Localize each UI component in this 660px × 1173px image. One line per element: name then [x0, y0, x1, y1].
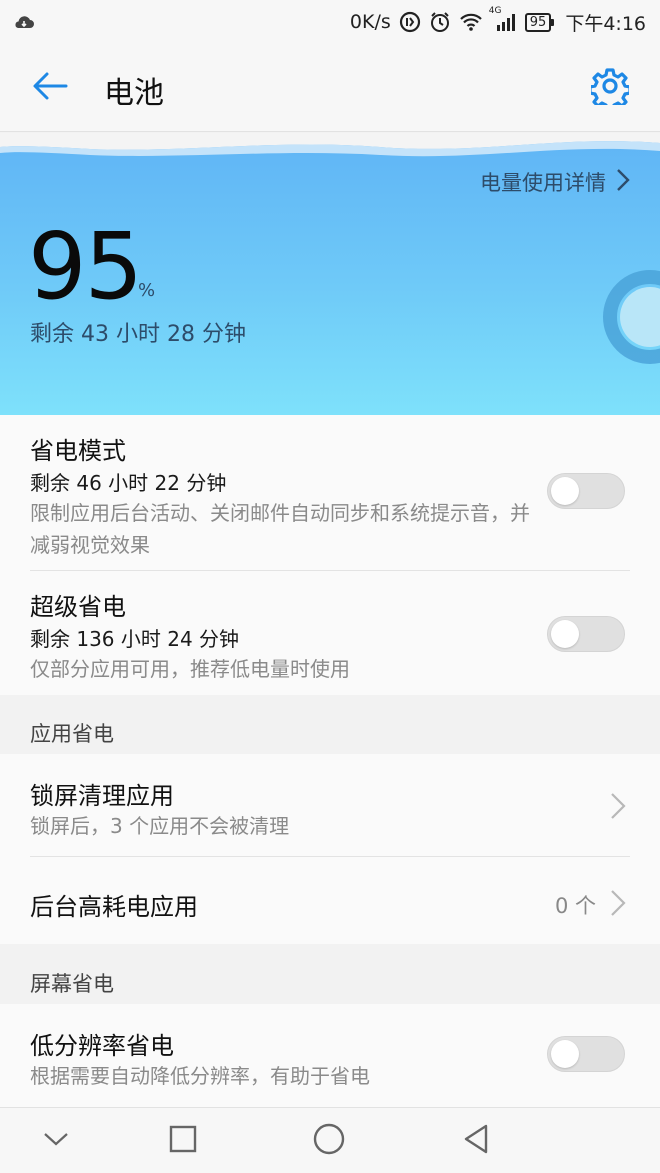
- usage-details-label: 电量使用详情: [480, 171, 606, 195]
- ultra-saving-remaining: 剩余 136 小时 24 分钟: [30, 627, 240, 651]
- toggle-knob: [551, 477, 579, 505]
- lock-screen-cleanup-description: 锁屏后，3 个应用不会被清理: [30, 814, 290, 838]
- battery-level-text: 95: [529, 14, 547, 30]
- app-bar: 电池: [0, 44, 660, 132]
- arrow-left-icon: [32, 71, 68, 105]
- power-saving-remaining: 剩余 46 小时 22 分钟: [30, 471, 227, 495]
- power-saving-title: 省电模式: [30, 437, 126, 465]
- screen-saving-section-title: 屏幕省电: [30, 972, 114, 996]
- nav-collapse-button[interactable]: [40, 1125, 72, 1157]
- percent-sign: %: [138, 280, 156, 301]
- status-bar: 0K/s 4G 95 下午4:16: [0, 0, 660, 44]
- background-high-drain-item[interactable]: 后台高耗电应用 0 个: [0, 857, 660, 944]
- toggle-knob: [551, 620, 579, 648]
- ultra-saving-title: 超级省电: [30, 593, 126, 621]
- usage-details-link[interactable]: 电量使用详情: [480, 167, 630, 197]
- chevron-down-icon: [43, 1131, 69, 1151]
- power-modes-card: 省电模式 剩余 46 小时 22 分钟 限制应用后台活动、关闭邮件自动同步和系统…: [0, 415, 660, 695]
- data-saver-icon: [399, 11, 421, 33]
- chevron-right-icon: [611, 793, 626, 819]
- screen-saving-card: 低分辨率省电 根据需要自动降低分辨率，有助于省电: [0, 1004, 660, 1107]
- battery-hero-panel: 电量使用详情 95 % 剩余 43 小时 28 分钟: [0, 133, 660, 415]
- remaining-time: 剩余 43 小时 28 分钟: [30, 322, 246, 347]
- nav-home-button[interactable]: [313, 1123, 345, 1159]
- ultra-saving-description: 仅部分应用可用，推荐低电量时使用: [30, 657, 350, 681]
- battery-percent: 95: [28, 213, 143, 320]
- back-button[interactable]: [26, 68, 74, 108]
- network-speed: 0K/s: [349, 11, 391, 33]
- network-type: 4G: [488, 6, 502, 16]
- cell-signal-icon: 4G: [489, 6, 517, 32]
- app-saving-card: 锁屏清理应用 锁屏后，3 个应用不会被清理 后台高耗电应用 0 个: [0, 754, 660, 944]
- background-high-drain-title: 后台高耗电应用: [30, 893, 198, 921]
- battery-ring-graphic: [603, 270, 660, 364]
- low-resolution-description: 根据需要自动降低分辨率，有助于省电: [30, 1064, 370, 1088]
- page-title: 电池: [104, 76, 164, 111]
- chevron-right-icon: [616, 168, 630, 197]
- toggle-knob: [551, 1040, 579, 1068]
- cloud-icon: [12, 10, 36, 34]
- navigation-bar: [0, 1107, 660, 1173]
- lock-screen-cleanup-item[interactable]: 锁屏清理应用 锁屏后，3 个应用不会被清理: [0, 754, 660, 856]
- battery-icon: 95: [524, 12, 554, 32]
- app-saving-section-title: 应用省电: [30, 722, 114, 746]
- wifi-icon: [459, 12, 483, 32]
- chevron-right-icon: [611, 890, 626, 916]
- low-resolution-toggle[interactable]: [547, 1036, 625, 1072]
- nav-back-button[interactable]: [460, 1123, 492, 1159]
- low-resolution-title: 低分辨率省电: [30, 1032, 174, 1060]
- power-saving-description: 限制应用后台活动、关闭邮件自动同步和系统提示音，并减弱视觉效果: [30, 501, 530, 557]
- circle-icon: [313, 1123, 345, 1159]
- lock-screen-cleanup-title: 锁屏清理应用: [30, 782, 174, 810]
- alarm-icon: [429, 11, 451, 33]
- divider: [30, 570, 630, 571]
- ultra-saving-toggle[interactable]: [547, 616, 625, 652]
- clock-time: 下午4:16: [565, 12, 646, 35]
- gear-icon: [588, 67, 632, 112]
- square-icon: [169, 1125, 197, 1157]
- power-saving-toggle[interactable]: [547, 473, 625, 509]
- nav-recents-button[interactable]: [167, 1125, 199, 1157]
- wave-decoration: [0, 133, 660, 157]
- settings-button[interactable]: [588, 66, 632, 112]
- background-high-drain-count: 0 个: [554, 894, 596, 918]
- triangle-back-icon: [462, 1123, 490, 1159]
